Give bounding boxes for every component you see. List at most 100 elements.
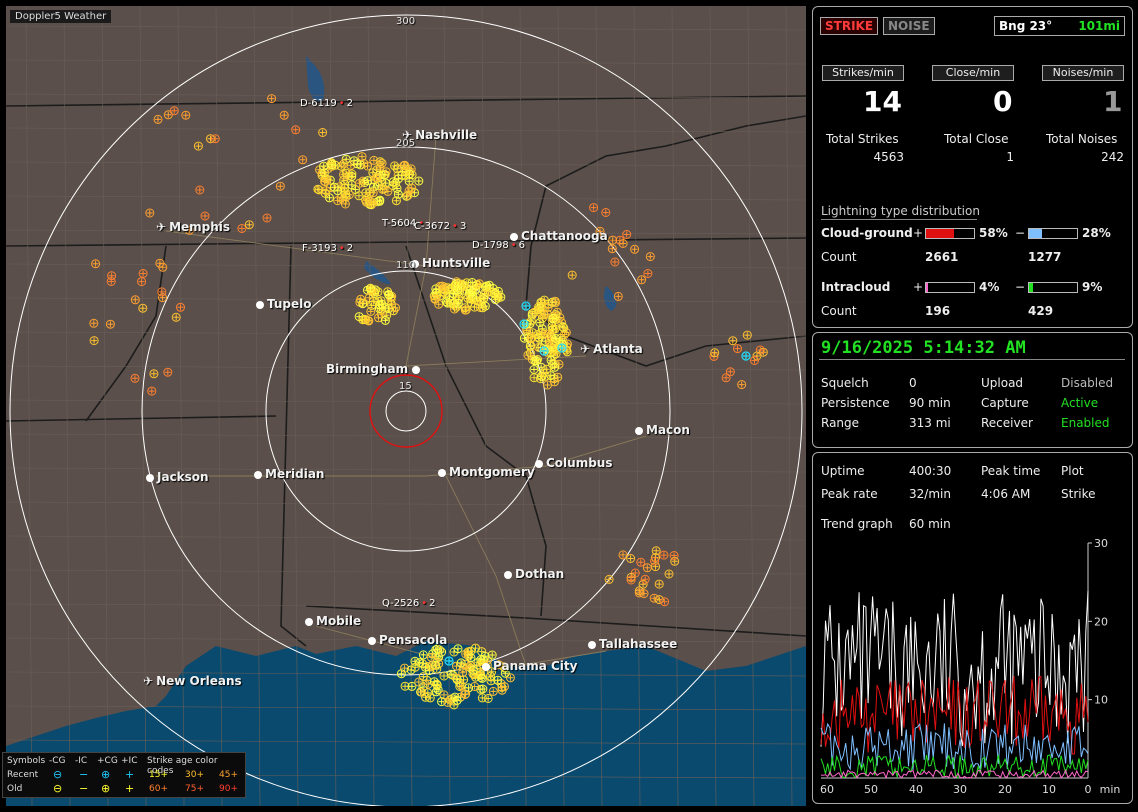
cg-pos-bar xyxy=(925,228,975,239)
cg-neg-sign: − xyxy=(1015,226,1026,240)
strike-marker xyxy=(138,303,148,313)
strike-marker xyxy=(365,283,375,293)
strike-marker xyxy=(608,235,618,245)
recent-strike-marker xyxy=(521,301,531,311)
status-divider xyxy=(819,359,1125,360)
noise-button[interactable]: NOISE xyxy=(883,17,935,35)
strikes-per-min-button[interactable]: Strikes/min xyxy=(822,65,904,81)
strike-marker xyxy=(329,182,339,192)
neg-cg-old-icon: ⊖ xyxy=(53,782,63,795)
ic-neg-percent: 9% xyxy=(1082,280,1103,294)
total-strikes-value: 4563 xyxy=(873,150,904,164)
strike-marker xyxy=(279,110,289,120)
city-label: Macon xyxy=(635,423,690,437)
city-label: ✈ New Orleans xyxy=(143,674,242,688)
strike-marker xyxy=(637,275,647,285)
storm-cell-label[interactable]: D-1798 • 6 xyxy=(472,240,525,251)
strike-marker xyxy=(364,316,374,326)
strike-marker xyxy=(410,662,420,672)
strike-marker xyxy=(393,189,403,199)
strike-marker xyxy=(466,653,476,663)
strike-marker xyxy=(163,367,173,377)
lightning-map[interactable]: Doppler5 Weather ✈ Nashville ✈ Memphis Chatt… xyxy=(6,6,806,806)
city-name: Birmingham xyxy=(326,362,409,376)
city-name: Macon xyxy=(646,423,690,437)
storm-cell-label[interactable]: C-3672 • 3 xyxy=(414,221,466,232)
x-tick-label: 0 xyxy=(1085,783,1092,796)
lake-water xyxy=(306,56,325,102)
storm-track-icon: • xyxy=(421,598,428,609)
strike-marker xyxy=(459,675,469,685)
cg-neg-count: 1277 xyxy=(1028,250,1062,264)
strike-marker xyxy=(742,330,752,340)
capture-value: Active xyxy=(1061,396,1099,410)
strike-marker xyxy=(262,213,272,223)
strike-marker xyxy=(200,211,210,221)
storm-id: Q-2526 xyxy=(382,598,420,609)
storm-cell-label[interactable]: Q-2526 • 2 xyxy=(382,598,436,609)
city-label: Birmingham xyxy=(326,362,423,376)
strike-marker xyxy=(406,164,416,174)
neg-cg-recent-icon: ⊖ xyxy=(53,768,63,781)
ring-distance-label: 110 xyxy=(396,260,416,271)
trend-graph-label: Trend graph xyxy=(821,517,893,531)
strike-marker xyxy=(158,262,168,272)
strike-marker xyxy=(107,271,117,281)
city-dot-icon xyxy=(254,471,262,479)
pos-cg-old-icon: ⊕ xyxy=(101,782,111,795)
peak-time-label: Peak time xyxy=(981,464,1041,478)
storm-track-icon: • xyxy=(338,243,345,254)
strike-marker xyxy=(604,574,614,584)
strike-marker xyxy=(443,697,453,707)
city-name: Tupelo xyxy=(267,297,312,311)
storm-track-icon: • xyxy=(510,240,517,251)
strike-marker xyxy=(379,170,389,180)
strike-marker xyxy=(149,369,159,379)
y-tick-label: 20 xyxy=(1094,615,1108,628)
legend-old-label: Old xyxy=(7,784,23,794)
age-15-label: 15+ xyxy=(149,770,168,780)
strike-button[interactable]: STRIKE xyxy=(820,17,879,35)
state-border xyxy=(665,115,806,147)
strike-marker xyxy=(642,563,652,573)
storm-track-icon: • xyxy=(338,98,345,109)
range-value: 313 mi xyxy=(909,416,951,430)
strike-marker xyxy=(487,650,497,660)
strike-marker xyxy=(649,593,659,603)
strike-marker xyxy=(437,647,447,657)
strike-marker xyxy=(551,334,561,343)
strike-marker xyxy=(439,671,449,681)
squelch-label: Squelch xyxy=(821,376,869,390)
strike-marker xyxy=(618,550,628,560)
plot-label: Plot xyxy=(1061,464,1084,478)
strike-marker xyxy=(210,134,220,144)
receiver-value: Enabled xyxy=(1061,416,1110,430)
uptime-value: 400:30 xyxy=(909,464,952,478)
strike-marker xyxy=(372,173,381,183)
strike-marker xyxy=(340,199,350,209)
strike-marker xyxy=(195,185,205,195)
strike-marker xyxy=(137,277,147,287)
strike-marker xyxy=(91,259,101,269)
peak-rate-value: 32/min xyxy=(909,487,951,501)
cg-neg-percent: 28% xyxy=(1082,226,1111,240)
map-canvas[interactable] xyxy=(6,6,806,806)
noises-per-min-button[interactable]: Noises/min xyxy=(1042,65,1124,81)
strike-marker xyxy=(728,336,738,346)
storm-suffix: 3 xyxy=(459,221,467,232)
plot-value[interactable]: Strike xyxy=(1061,487,1096,501)
close-per-min-button[interactable]: Close/min xyxy=(932,65,1014,81)
recent-strike-marker xyxy=(444,656,454,666)
storm-cell-label[interactable]: D-6119 • 2 xyxy=(300,98,353,109)
strike-marker xyxy=(130,373,140,383)
strike-marker xyxy=(426,652,436,662)
strike-marker xyxy=(369,155,379,165)
strike-marker xyxy=(669,551,679,560)
city-name: Atlanta xyxy=(593,342,643,356)
storm-cell-label[interactable]: F-3193 • 2 xyxy=(302,243,353,254)
x-tick-label: 20 xyxy=(998,783,1012,796)
strike-marker xyxy=(550,296,560,306)
strike-marker xyxy=(477,693,487,703)
neg-ic-recent-icon: − xyxy=(79,768,89,781)
x-tick-label: 10 xyxy=(1042,783,1056,796)
